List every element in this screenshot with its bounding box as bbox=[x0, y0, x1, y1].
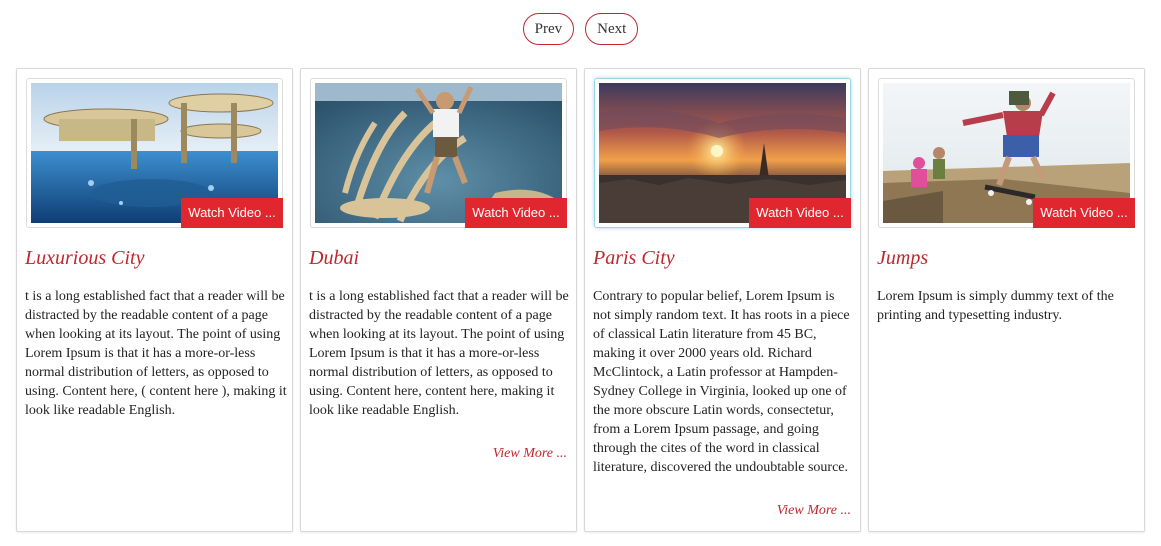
prev-button[interactable]: Prev bbox=[522, 13, 575, 45]
card-description: Lorem Ipsum is simply dummy text of the … bbox=[877, 289, 1114, 323]
watch-video-button[interactable]: Watch Video ... bbox=[749, 198, 851, 228]
view-more-link[interactable]: View More ... bbox=[777, 503, 851, 519]
watch-video-button[interactable]: Watch Video ... bbox=[465, 198, 567, 228]
card-title[interactable]: Dubai bbox=[309, 247, 359, 270]
video-thumbnail[interactable]: Watch Video ... bbox=[594, 78, 851, 228]
video-thumbnail[interactable]: Watch Video ... bbox=[26, 78, 283, 228]
card-description: Contrary to popular belief, Lorem Ipsum … bbox=[593, 289, 850, 475]
card-luxurious-city: Watch Video ... Luxurious City t is a lo… bbox=[16, 68, 293, 532]
card-title[interactable]: Paris City bbox=[593, 247, 675, 270]
card-description: t is a long established fact that a read… bbox=[309, 289, 569, 418]
view-more-link[interactable]: View More ... bbox=[493, 446, 567, 462]
next-button[interactable]: Next bbox=[585, 13, 639, 45]
card-paris-city: Watch Video ... Paris City Contrary to p… bbox=[584, 68, 861, 532]
pager: Prev Next bbox=[0, 13, 1161, 45]
card-jumps: Watch Video ... Jumps Lorem Ipsum is sim… bbox=[868, 68, 1145, 532]
card-dubai: Watch Video ... Dubai t is a long establ… bbox=[300, 68, 577, 532]
card-title[interactable]: Jumps bbox=[877, 247, 928, 270]
watch-video-button[interactable]: Watch Video ... bbox=[1033, 198, 1135, 228]
card-description: t is a long established fact that a read… bbox=[25, 289, 287, 418]
watch-video-button[interactable]: Watch Video ... bbox=[181, 198, 283, 228]
video-thumbnail[interactable]: Watch Video ... bbox=[310, 78, 567, 228]
card-title[interactable]: Luxurious City bbox=[25, 247, 144, 270]
video-thumbnail[interactable]: Watch Video ... bbox=[878, 78, 1135, 228]
